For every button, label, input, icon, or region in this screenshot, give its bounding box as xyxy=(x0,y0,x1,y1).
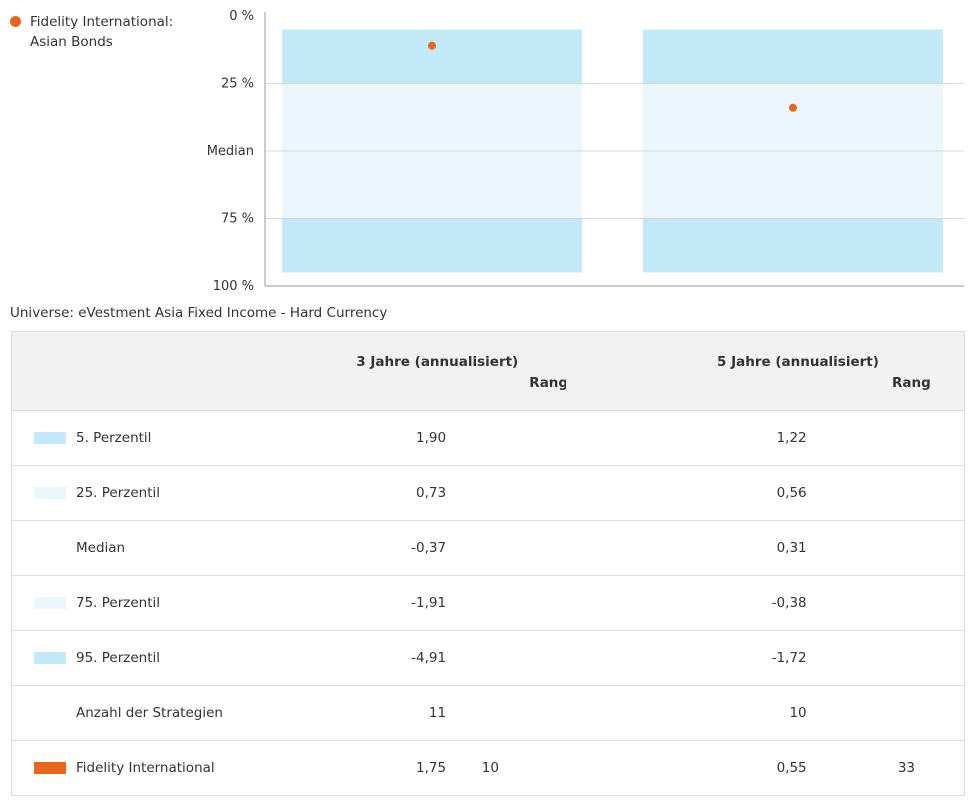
y-tick-label: 25 % xyxy=(221,77,254,92)
value-5y-cell: 0,31 xyxy=(565,520,807,576)
header-3y-cell: 3 Jahre (annualisiert) Rang xyxy=(271,331,569,411)
y-tick-label: 75 % xyxy=(221,212,254,227)
row-label-cell: 25. Perzentil xyxy=(11,465,272,521)
header-3y-rang: Rang xyxy=(529,375,569,391)
row-label: Median xyxy=(76,540,126,556)
value-3y-cell: -1,91 xyxy=(271,575,447,631)
fund-point-2 xyxy=(789,103,797,112)
header-5y-label: 5 Jahre (annualisiert) xyxy=(716,354,879,370)
row-label-cell: Median xyxy=(11,520,272,576)
row-label: 5. Perzentil xyxy=(76,430,152,446)
header-3y-label: 3 Jahre (annualisiert) xyxy=(356,354,519,370)
table-row: 95. Perzentil -4,91 -1,72 xyxy=(11,630,965,686)
header-empty-cell xyxy=(11,331,272,411)
row-label-cell: 5. Perzentil xyxy=(11,410,272,466)
row-swatch xyxy=(34,432,66,444)
table-header-row: 3 Jahre (annualisiert) Rang 5 Jahre (ann… xyxy=(11,331,965,411)
rang-5y-cell xyxy=(806,410,965,466)
row-label-cell: 95. Perzentil xyxy=(11,630,272,686)
rang-5y-cell xyxy=(806,575,965,631)
value-5y-cell: -0,38 xyxy=(565,575,807,631)
universe-caption: Universe: eVestment Asia Fixed Income - … xyxy=(10,305,388,321)
rang-5y-cell: 33 xyxy=(806,740,965,796)
rang-3y-cell xyxy=(446,410,566,466)
row-label-cell: 75. Perzentil xyxy=(11,575,272,631)
value-5y-cell: 10 xyxy=(565,685,807,741)
percentile-table: 3 Jahre (annualisiert) Rang 5 Jahre (ann… xyxy=(11,331,965,796)
row-swatch xyxy=(34,487,66,499)
y-tick-label: Median xyxy=(207,144,254,159)
rang-5y-cell xyxy=(806,630,965,686)
rang-3y-cell xyxy=(446,685,566,741)
value-3y-cell: 0,73 xyxy=(271,465,447,521)
value-3y-cell: 1,75 xyxy=(271,740,447,796)
rang-3y-cell: 10 xyxy=(446,740,566,796)
value-3y-cell: -0,37 xyxy=(271,520,447,576)
row-swatch xyxy=(34,542,66,554)
row-label: 75. Perzentil xyxy=(76,595,161,611)
table-row: 5. Perzentil 1,90 1,22 xyxy=(11,410,965,466)
table-row: Median -0,37 0,31 xyxy=(11,520,965,576)
value-5y-cell: 1,22 xyxy=(565,410,807,466)
row-swatch xyxy=(34,762,66,774)
value-5y-cell: 0,56 xyxy=(565,465,807,521)
row-label-cell: Fidelity International xyxy=(11,740,272,796)
row-swatch xyxy=(34,597,66,609)
value-3y-cell: 1,90 xyxy=(271,410,447,466)
rang-5y-cell xyxy=(806,465,965,521)
table-row: Anzahl der Strategien 11 10 xyxy=(11,685,965,741)
rang-5y-cell xyxy=(806,520,965,576)
percentile-chart: 0 % 25 % Median 75 % 100 % xyxy=(207,9,964,294)
header-5y-cell: 5 Jahre (annualisiert) Rang xyxy=(565,331,965,411)
value-5y-cell: 0,55 xyxy=(565,740,807,796)
value-3y-cell: 11 xyxy=(271,685,447,741)
row-label: 25. Perzentil xyxy=(76,485,161,501)
table-row: 75. Perzentil -1,91 -0,38 xyxy=(11,575,965,631)
fund-point-1 xyxy=(428,41,436,50)
y-tick-label: 0 % xyxy=(229,9,254,24)
row-label: Anzahl der Strategien xyxy=(76,705,223,721)
row-label: Fidelity International xyxy=(76,760,215,776)
rang-5y-cell xyxy=(806,685,965,741)
rang-3y-cell xyxy=(446,465,566,521)
row-label-cell: Anzahl der Strategien xyxy=(11,685,272,741)
y-tick-label: 100 % xyxy=(213,279,254,294)
table-row: Fidelity International 1,75 10 0,55 33 xyxy=(11,740,965,796)
header-5y-rang: Rang xyxy=(891,375,931,391)
row-label: 95. Perzentil xyxy=(76,650,161,666)
row-swatch xyxy=(34,707,66,719)
rang-3y-cell xyxy=(446,520,566,576)
rang-3y-cell xyxy=(446,575,566,631)
value-5y-cell: -1,72 xyxy=(565,630,807,686)
value-3y-cell: -4,91 xyxy=(271,630,447,686)
table-row: 25. Perzentil 0,73 0,56 xyxy=(11,465,965,521)
rang-3y-cell xyxy=(446,630,566,686)
row-swatch xyxy=(34,652,66,664)
